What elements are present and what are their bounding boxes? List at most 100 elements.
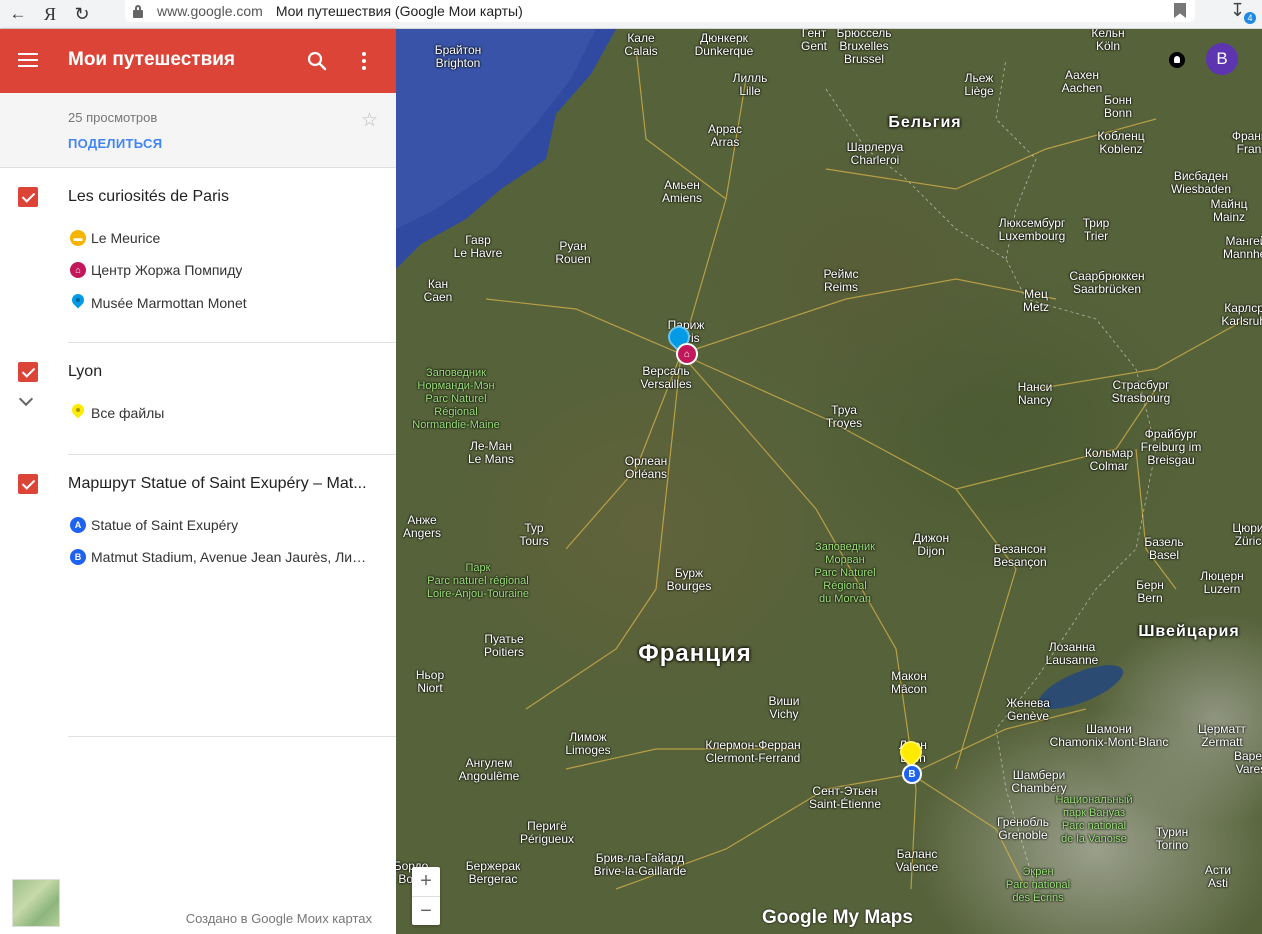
place-label: Аахен Aachen <box>1061 68 1103 95</box>
place-label: Кобленц Koblenz <box>1097 129 1145 156</box>
views-count: 25 просмотров <box>68 110 158 125</box>
place-label: Брив-ла-Гайард Brive-la-Gaillarde <box>593 851 687 878</box>
place-label: ВаресVares <box>1233 749 1262 776</box>
place-label: Анже Angers <box>402 513 442 540</box>
place-label: Ле-Ман Le Mans <box>467 439 515 466</box>
place-label: Гент Gent <box>800 29 828 53</box>
place-label: Льеж Liège <box>964 71 994 98</box>
map-legend-panel: Мои путешествия 25 просмотров ПОДЕЛИТЬСЯ… <box>0 29 396 934</box>
chevron-down-icon[interactable] <box>18 391 34 407</box>
zoom-control: + − <box>412 867 440 925</box>
layer-checkbox[interactable] <box>18 474 38 494</box>
zoom-out-button[interactable]: − <box>412 896 440 925</box>
pin-icon <box>72 404 84 422</box>
place-label: Версаль Versailles <box>640 364 692 391</box>
place-label: Цюри Züric <box>1232 521 1262 548</box>
layer-title[interactable]: Маршрут Statue of Saint Exupéry – Mat... <box>68 475 373 493</box>
place-label: Клермон-Ферран Clermont-Ferrand <box>705 738 801 765</box>
list-item[interactable]: Все файлы <box>70 404 164 422</box>
pin-icon <box>72 294 84 312</box>
route-a-icon: A <box>70 517 86 533</box>
list-item[interactable]: A Statue of Saint Exupéry <box>70 517 238 533</box>
address-bar[interactable]: www.google.com Мои путешествия (Google М… <box>125 0 1195 22</box>
place-label: Брюссель Bruxelles Brussel <box>836 29 892 66</box>
search-icon[interactable] <box>307 51 327 71</box>
place-label: Лилль Lille <box>732 71 768 98</box>
divider <box>68 736 396 737</box>
place-label: Руан Rouen <box>555 239 591 266</box>
more-options-icon[interactable] <box>356 50 372 72</box>
place-label: Кольмар Colmar <box>1084 446 1134 473</box>
page-title: Мои путешествия (Google Мои карты) <box>275 3 523 19</box>
item-label: Все файлы <box>91 405 165 421</box>
place-label: Аррас Arras <box>707 122 743 149</box>
back-arrow-icon[interactable]: ← <box>4 3 32 25</box>
place-label: Церматт Zermatt <box>1198 722 1246 749</box>
place-label: Берн Bern <box>1136 578 1164 605</box>
list-item[interactable]: ▬ Le Meurice <box>70 230 160 246</box>
place-label: Сент-Этьен Saint-Étienne <box>808 784 882 811</box>
reload-icon[interactable]: ↻ <box>68 3 96 25</box>
place-label: Гренобль Grenoble <box>996 815 1050 842</box>
place-label: Женева Genève <box>1006 696 1050 723</box>
park-label: Заповедник Морван Parc Naturel Régional du M… <box>814 541 876 605</box>
list-item[interactable]: Musée Marmottan Monet <box>70 294 247 312</box>
place-label: Люксембург Luxembourg <box>998 216 1066 243</box>
place-label: ФранкFran <box>1231 129 1262 156</box>
map-marker-pompidou[interactable]: ⌂ <box>676 343 698 365</box>
notification-icon[interactable] <box>1169 52 1185 68</box>
place-label: Турин Torino <box>1155 825 1189 852</box>
place-label: Шарлеруа Charleroi <box>846 140 904 167</box>
place-label: Кале Calais <box>624 31 658 58</box>
yandex-logo[interactable]: Я <box>44 4 56 25</box>
map-canvas[interactable]: Брайтон Brighton Кале Calais Дюнкерк Dunkerqu… <box>396 29 1262 934</box>
place-label: Трир Trier <box>1082 216 1110 243</box>
divider <box>68 454 396 455</box>
browser-toolbar: ← Я ↻ www.google.com Мои путешествия (Go… <box>0 0 1262 29</box>
place-label: Шамони Chamonix-Mont-Blanc <box>1049 722 1169 749</box>
layer-checkbox[interactable] <box>18 362 38 382</box>
place-label: Брайтон Brighton <box>434 43 482 70</box>
list-item[interactable]: ⌂ Центр Жоржа Помпиду <box>70 262 242 278</box>
map-marker-route-b[interactable]: B <box>902 764 922 784</box>
map-title[interactable]: Мои путешествия <box>68 49 235 71</box>
layer-title[interactable]: Les curiosités de Paris <box>68 188 373 206</box>
divider <box>68 342 396 343</box>
layer-checkbox[interactable] <box>18 187 38 207</box>
menu-icon[interactable] <box>18 53 38 68</box>
star-icon[interactable]: ☆ <box>361 109 378 132</box>
zoom-in-button[interactable]: + <box>412 867 440 896</box>
place-label: Дижон Dijon <box>912 531 950 558</box>
place-label: Лимож Limoges <box>565 730 611 757</box>
map-marker-lyon[interactable] <box>895 736 927 768</box>
place-label: Нанси Nancy <box>1017 380 1053 407</box>
country-label: Франция <box>638 640 752 667</box>
place-label: Амьен Amiens <box>661 178 703 205</box>
place-label: Асти Asti <box>1204 863 1232 890</box>
place-label: Безансон Besançon <box>993 542 1047 569</box>
place-label: Ангулем Angoulême <box>458 756 520 783</box>
avatar[interactable]: B <box>1206 43 1238 75</box>
route-b-icon: B <box>70 549 86 565</box>
app-bar: Мои путешествия <box>0 29 396 93</box>
list-item[interactable]: B Matmut Stadium, Avenue Jean Jaurès, Ли… <box>70 549 371 565</box>
place-label: Базель Basel <box>1144 535 1184 562</box>
place-label: Орлеан Orléans <box>624 454 668 481</box>
share-button[interactable]: ПОДЕЛИТЬСЯ <box>68 136 162 151</box>
place-label: Труа Troyes <box>825 403 863 430</box>
download-icon[interactable]: ↧ <box>1230 0 1245 21</box>
place-label: Висбаден Wiesbaden <box>1170 169 1232 196</box>
place-label: Реймс Reims <box>823 267 859 294</box>
item-label: Le Meurice <box>91 230 161 246</box>
route-b-icon: B <box>902 764 922 784</box>
place-label: Дюнкерк Dunkerque <box>694 31 754 58</box>
place-label: Баланс Valence <box>895 847 939 874</box>
basemap-thumbnail[interactable] <box>12 879 60 927</box>
country-label: Швейцария <box>1138 623 1240 640</box>
layer-title[interactable]: Lyon <box>68 363 373 381</box>
lock-icon <box>133 5 143 18</box>
address-domain: www.google.com <box>157 3 263 19</box>
park-label: Заповедник Норманди-Мэн Parc Naturel Région… <box>412 367 500 431</box>
created-by-text: Создано в Google Моих картах <box>185 911 372 926</box>
museum-icon: ⌂ <box>676 343 698 365</box>
